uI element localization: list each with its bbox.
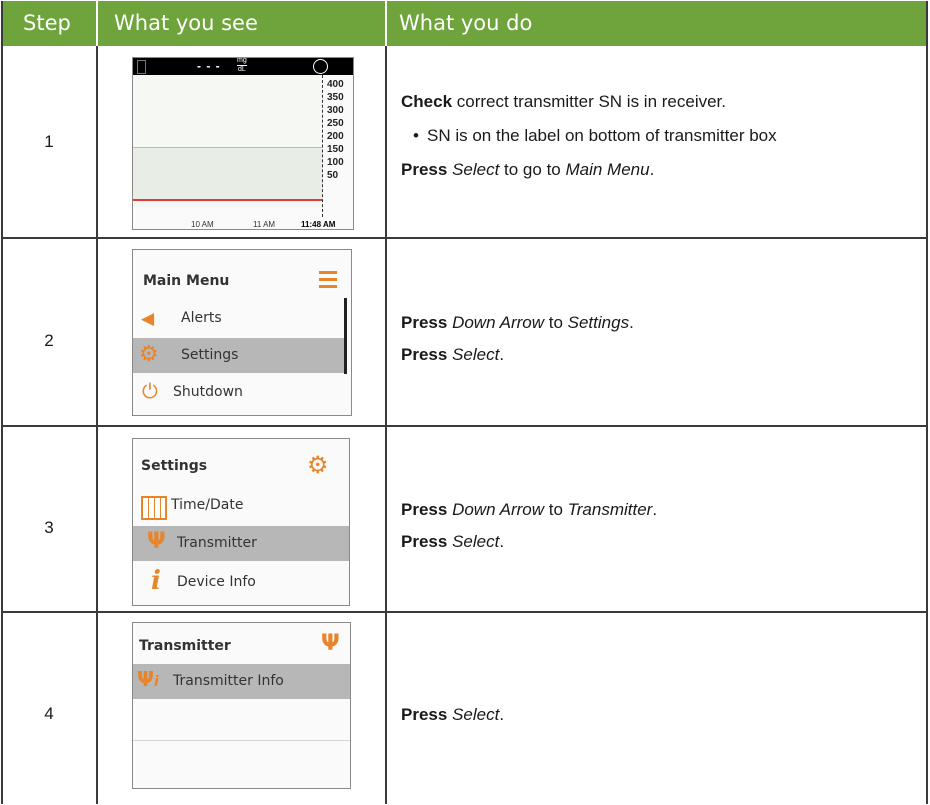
instruction-table: Step What you see What you do 1 - - - mg… [1, 1, 928, 804]
transmitter-screen: Transmitter Ψ Ψi Transmitter Info [132, 622, 351, 789]
no-signal-icon [313, 59, 328, 74]
current-time: 11:48 AM [301, 220, 336, 229]
tick-label: 150 [327, 144, 344, 155]
header-step: Step [23, 11, 71, 35]
row-divider [1, 237, 928, 239]
tick-label: 200 [327, 131, 344, 142]
step-number: 4 [44, 704, 54, 723]
row-divider [1, 425, 928, 427]
empty-row-divider [133, 740, 350, 741]
menu-icon [319, 271, 337, 288]
glucose-units: mg dL [237, 57, 247, 73]
settings-screen: Settings ⚙ Time/Date Ψ Transmitter i Dev… [132, 438, 350, 606]
menu-title: Transmitter [139, 638, 231, 654]
border-left [1, 1, 3, 804]
step-4-instructions: Press Select. [401, 705, 505, 724]
step-number: 3 [44, 518, 54, 537]
step-1-instructions: Check correct transmitter SN is in recei… [401, 90, 921, 182]
low-target-line [133, 199, 322, 201]
tick-label: 350 [327, 92, 344, 103]
menu-title-row: Transmitter Ψ [133, 629, 350, 664]
tick-label: 100 [327, 157, 344, 168]
speaker-icon: ◀ [141, 309, 155, 329]
menu-item-alerts[interactable]: ◀ Alerts [133, 301, 351, 336]
menu-title: Main Menu [143, 273, 230, 289]
antenna-info-icon: Ψi [137, 667, 159, 691]
glucose-value: - - - [197, 59, 221, 73]
step-2-instructions: Press Down Arrow to Settings. Press Sele… [401, 313, 634, 364]
tick-label: 300 [327, 105, 344, 116]
y-axis [322, 75, 323, 217]
table-header: Step What you see What you do [1, 1, 928, 46]
tick-label: 400 [327, 79, 344, 90]
receiver-trend-screen: - - - mg dL 400 350 300 250 200 150 100 … [132, 57, 354, 230]
menu-title-row: Main Menu [133, 264, 351, 299]
antenna-icon: Ψ [147, 529, 166, 554]
step-number: 2 [44, 331, 54, 350]
row-divider [1, 611, 928, 613]
gear-icon: ⚙ [139, 342, 159, 367]
trend-plot-area [133, 75, 322, 207]
menu-item-transmitter-info[interactable]: Ψi Transmitter Info [133, 664, 350, 699]
menu-item-device-info[interactable]: i Device Info [133, 565, 349, 600]
menu-item-settings[interactable]: ⚙ Settings [133, 338, 345, 373]
menu-title: Settings [141, 458, 208, 474]
header-what-you-do: What you do [399, 11, 533, 35]
menu-item-shutdown[interactable]: ⏻ Shutdown [133, 375, 351, 410]
scrollbar[interactable] [344, 298, 347, 374]
bullet-item: SN is on the label on bottom of transmit… [401, 124, 921, 148]
menu-title-row: Settings ⚙ [133, 449, 349, 484]
power-icon: ⏻ [142, 379, 158, 403]
y-axis-ticks: 400 350 300 250 200 150 100 50 [327, 78, 344, 182]
step-3-instructions: Press Down Arrow to Transmitter. Press S… [401, 500, 658, 551]
tick-label: 50 [327, 170, 339, 181]
x-label: 11 AM [253, 220, 276, 229]
battery-icon [137, 60, 146, 74]
screen-status-bar: - - - mg dL [133, 58, 353, 75]
header-divider [385, 1, 387, 46]
main-menu-screen: Main Menu ◀ Alerts ⚙ Settings ⏻ Shutdown [132, 249, 352, 416]
menu-item-time-date[interactable]: Time/Date [133, 488, 349, 523]
border-right [926, 1, 928, 804]
x-label: 10 AM [191, 220, 214, 229]
calendar-icon [141, 496, 167, 520]
header-divider [96, 1, 98, 46]
step-number: 1 [44, 132, 54, 151]
gear-icon: ⚙ [307, 451, 329, 479]
info-icon: i [151, 566, 161, 596]
header-what-you-see: What you see [114, 11, 258, 35]
antenna-icon: Ψ [321, 631, 340, 656]
menu-item-transmitter[interactable]: Ψ Transmitter [133, 526, 349, 561]
tick-label: 250 [327, 118, 344, 129]
